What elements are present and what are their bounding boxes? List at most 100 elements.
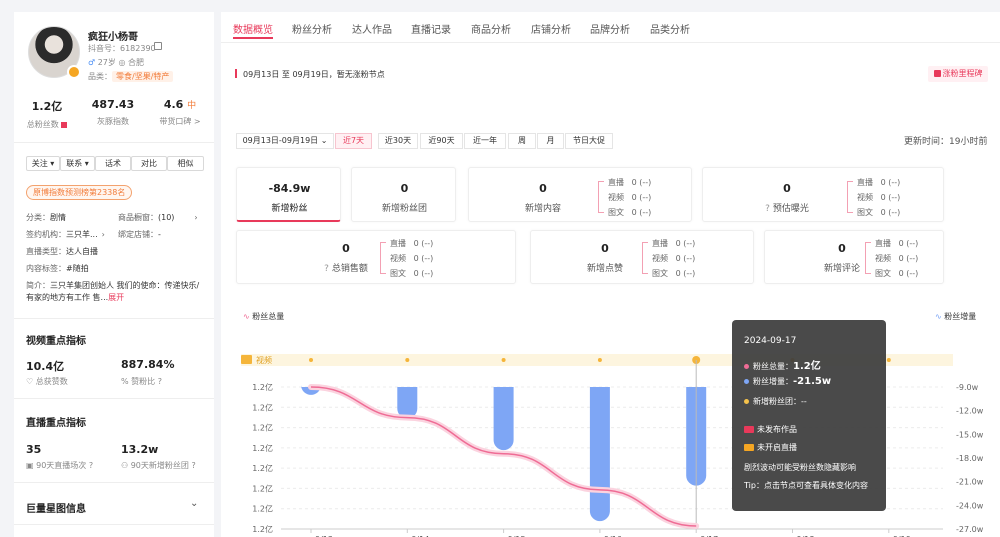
chart-tooltip: 2024-09-17 粉丝总量：1.2亿 粉丝增量：-21.5w 新增粉丝团：-… <box>732 320 886 511</box>
event-label: 视频 <box>256 355 272 365</box>
contact-button[interactable]: 联系 ▾ <box>60 156 95 171</box>
follow-button[interactable]: 关注 ▾ <box>26 156 60 171</box>
fan-group-icon: ⚇ <box>121 461 129 470</box>
y-right-tick: -21.0w <box>956 478 984 487</box>
tab-stores[interactable]: 店铺分析 <box>531 21 571 36</box>
location: 合肥 <box>127 58 144 67</box>
like-fan-ratio-label: 赞粉比 ? <box>131 377 162 386</box>
info-agency: 签约机构：三只羊... › <box>26 230 105 239</box>
range-week[interactable]: 周 <box>508 133 536 149</box>
legend-total-fans[interactable]: ∿ 粉丝总量 <box>243 311 284 322</box>
reputation-label[interactable]: 带货口碑 > <box>146 116 214 127</box>
y-right-tick: -27.0w <box>956 525 984 534</box>
compare-button[interactable]: 对比 <box>131 156 167 171</box>
expand-link[interactable]: 展开 <box>108 293 124 302</box>
script-button[interactable]: 话术 <box>95 156 131 171</box>
verified-icon <box>67 65 81 79</box>
help-icon: ? <box>765 204 770 214</box>
percent-icon: % <box>121 377 129 386</box>
category-tag: 零食/坚果/特产 <box>112 71 174 82</box>
total-likes: 10.4亿 <box>26 360 65 373</box>
info-showcase[interactable]: 商品橱窗：(10) › <box>118 212 198 223</box>
tooltip-no-live: 未开启直播 <box>744 442 797 453</box>
main-content: 数据概览 粉丝分析 达人作品 直播记录 商品分析 店铺分析 品牌分析 品类分析 … <box>221 12 1000 537</box>
tab-categories[interactable]: 品类分析 <box>650 21 690 36</box>
similar-button[interactable]: 相似 <box>167 156 204 171</box>
chevron-down-icon[interactable]: ⌄ <box>190 498 198 509</box>
huitun-index-label: 灰豚指数 <box>97 117 129 126</box>
influencer-name: 疯狂小杨哥 <box>88 32 138 43</box>
milestone-icon <box>933 70 941 77</box>
live-sessions-label: 90天直播场次 ? <box>36 461 94 470</box>
line-legend-icon: ∿ <box>243 312 250 321</box>
card-total-sales[interactable]: 0 ? 总销售额 直播 0 (--) 视频 0 (--) 图文 0 (--) <box>236 230 516 284</box>
y-left-tick: 1.2亿 <box>252 443 273 453</box>
grid-icon <box>61 121 68 128</box>
tab-works[interactable]: 达人作品 <box>352 21 392 36</box>
new-fan-groups: 13.2w <box>121 443 159 456</box>
live-icon <box>744 444 754 451</box>
range-30d[interactable]: 近30天 <box>378 133 418 149</box>
location-icon: ◎ <box>118 58 126 67</box>
date-range-picker[interactable]: 09月13日-09月19日 ⌄ <box>236 133 334 149</box>
total-likes-label: 总获赞数 <box>35 377 68 386</box>
tab-overview[interactable]: 数据概览 <box>233 21 273 36</box>
line-legend-icon: ∿ <box>935 312 942 321</box>
avatar[interactable] <box>28 26 81 79</box>
legend-fan-increment[interactable]: ∿ 粉丝增量 <box>935 311 976 322</box>
y-right-tick: -15.0w <box>956 430 984 439</box>
range-festival[interactable]: 节日大促 <box>565 133 613 149</box>
info-intro: 简介：三只羊集团创始人 我们的使命：传递快乐/ <box>26 281 200 290</box>
tab-products[interactable]: 商品分析 <box>471 21 511 36</box>
fan-node-notice: 09月13日 至 09月19日，暂无涨粉节点 <box>243 70 385 79</box>
total-fans: 1.2亿 <box>31 100 63 113</box>
rank-pill[interactable]: 原博指数预测榜第2338名 <box>26 185 133 200</box>
info-content-tag: 内容标签：#随拍 <box>26 264 89 273</box>
tab-live[interactable]: 直播记录 <box>411 21 451 36</box>
card-estimated-exposure[interactable]: 0 ? 预估曝光 直播 0 (--) 视频 0 (--) 图文 0 (--) <box>702 167 944 222</box>
reputation-score: 4.6 <box>163 98 184 111</box>
info-intro-line2: 有家的地方有工作 售...展开 <box>26 293 125 302</box>
event-dot <box>886 358 891 362</box>
huitun-index: 487.43 <box>91 98 135 111</box>
tooltip-note: 剧烈波动可能受粉丝数隐藏影响 <box>744 463 856 472</box>
card-new-comments[interactable]: 0 新增评论 直播 0 (--) 视频 0 (--) 图文 0 (--) <box>764 230 944 284</box>
range-7d[interactable]: 近7天 <box>335 133 372 149</box>
bar-fan-increment <box>397 387 418 419</box>
event-dot <box>597 358 602 362</box>
y-right-tick: -12.0w <box>956 407 984 416</box>
tooltip-row-total: 粉丝总量：1.2亿 <box>744 357 821 372</box>
new-fan-groups-label: 90天新增粉丝团 ? <box>130 461 196 470</box>
live-icon: ▣ <box>26 461 34 470</box>
event-dot <box>501 358 506 362</box>
card-new-fans[interactable]: -84.9w 新增粉丝 <box>236 167 341 222</box>
copy-icon[interactable] <box>154 42 162 50</box>
tab-fans[interactable]: 粉丝分析 <box>292 21 332 36</box>
card-new-content[interactable]: 0 新增内容 直播 0 (--) 视频 0 (--) 图文 0 (--) <box>468 167 692 222</box>
live-sessions: 35 <box>26 443 42 456</box>
range-90d[interactable]: 近90天 <box>420 133 463 149</box>
video-icon <box>744 426 754 433</box>
y-right-tick: -24.0w <box>956 501 984 510</box>
card-new-fan-groups[interactable]: 0 新增粉丝团 <box>351 167 456 222</box>
like-fan-ratio: 887.84% <box>121 358 175 371</box>
card-new-likes[interactable]: 0 新增点赞 直播 0 (--) 视频 0 (--) 图文 0 (--) <box>530 230 754 284</box>
y-right-tick: -18.0w <box>956 454 984 463</box>
range-1y[interactable]: 近一年 <box>464 133 506 149</box>
update-time: 更新时间：19小时前 <box>904 137 988 147</box>
y-left-tick: 1.2亿 <box>252 382 273 392</box>
tooltip-row-increment: 粉丝增量：-21.5w <box>744 376 831 387</box>
tab-brands[interactable]: 品牌分析 <box>590 21 630 36</box>
tooltip-no-video: 未发布作品 <box>744 424 797 435</box>
y-left-tick: 1.2亿 <box>252 483 273 493</box>
info-store: 绑定店铺：- <box>118 230 161 239</box>
y-left-tick: 1.2亿 <box>252 463 273 473</box>
profile-stats: 1.2亿 总粉丝数 487.43 灰豚指数 4.6 中带货口碑 > <box>14 96 214 130</box>
bar-fan-increment <box>589 387 610 522</box>
male-icon: ♂ <box>88 58 96 67</box>
xingtu-title[interactable]: 巨量星图信息 <box>26 500 86 515</box>
info-category: 分类：剧情 <box>26 213 66 222</box>
event-dot <box>309 358 313 362</box>
milestone-button[interactable]: 涨粉里程碑 <box>928 66 988 82</box>
range-month[interactable]: 月 <box>537 133 564 149</box>
